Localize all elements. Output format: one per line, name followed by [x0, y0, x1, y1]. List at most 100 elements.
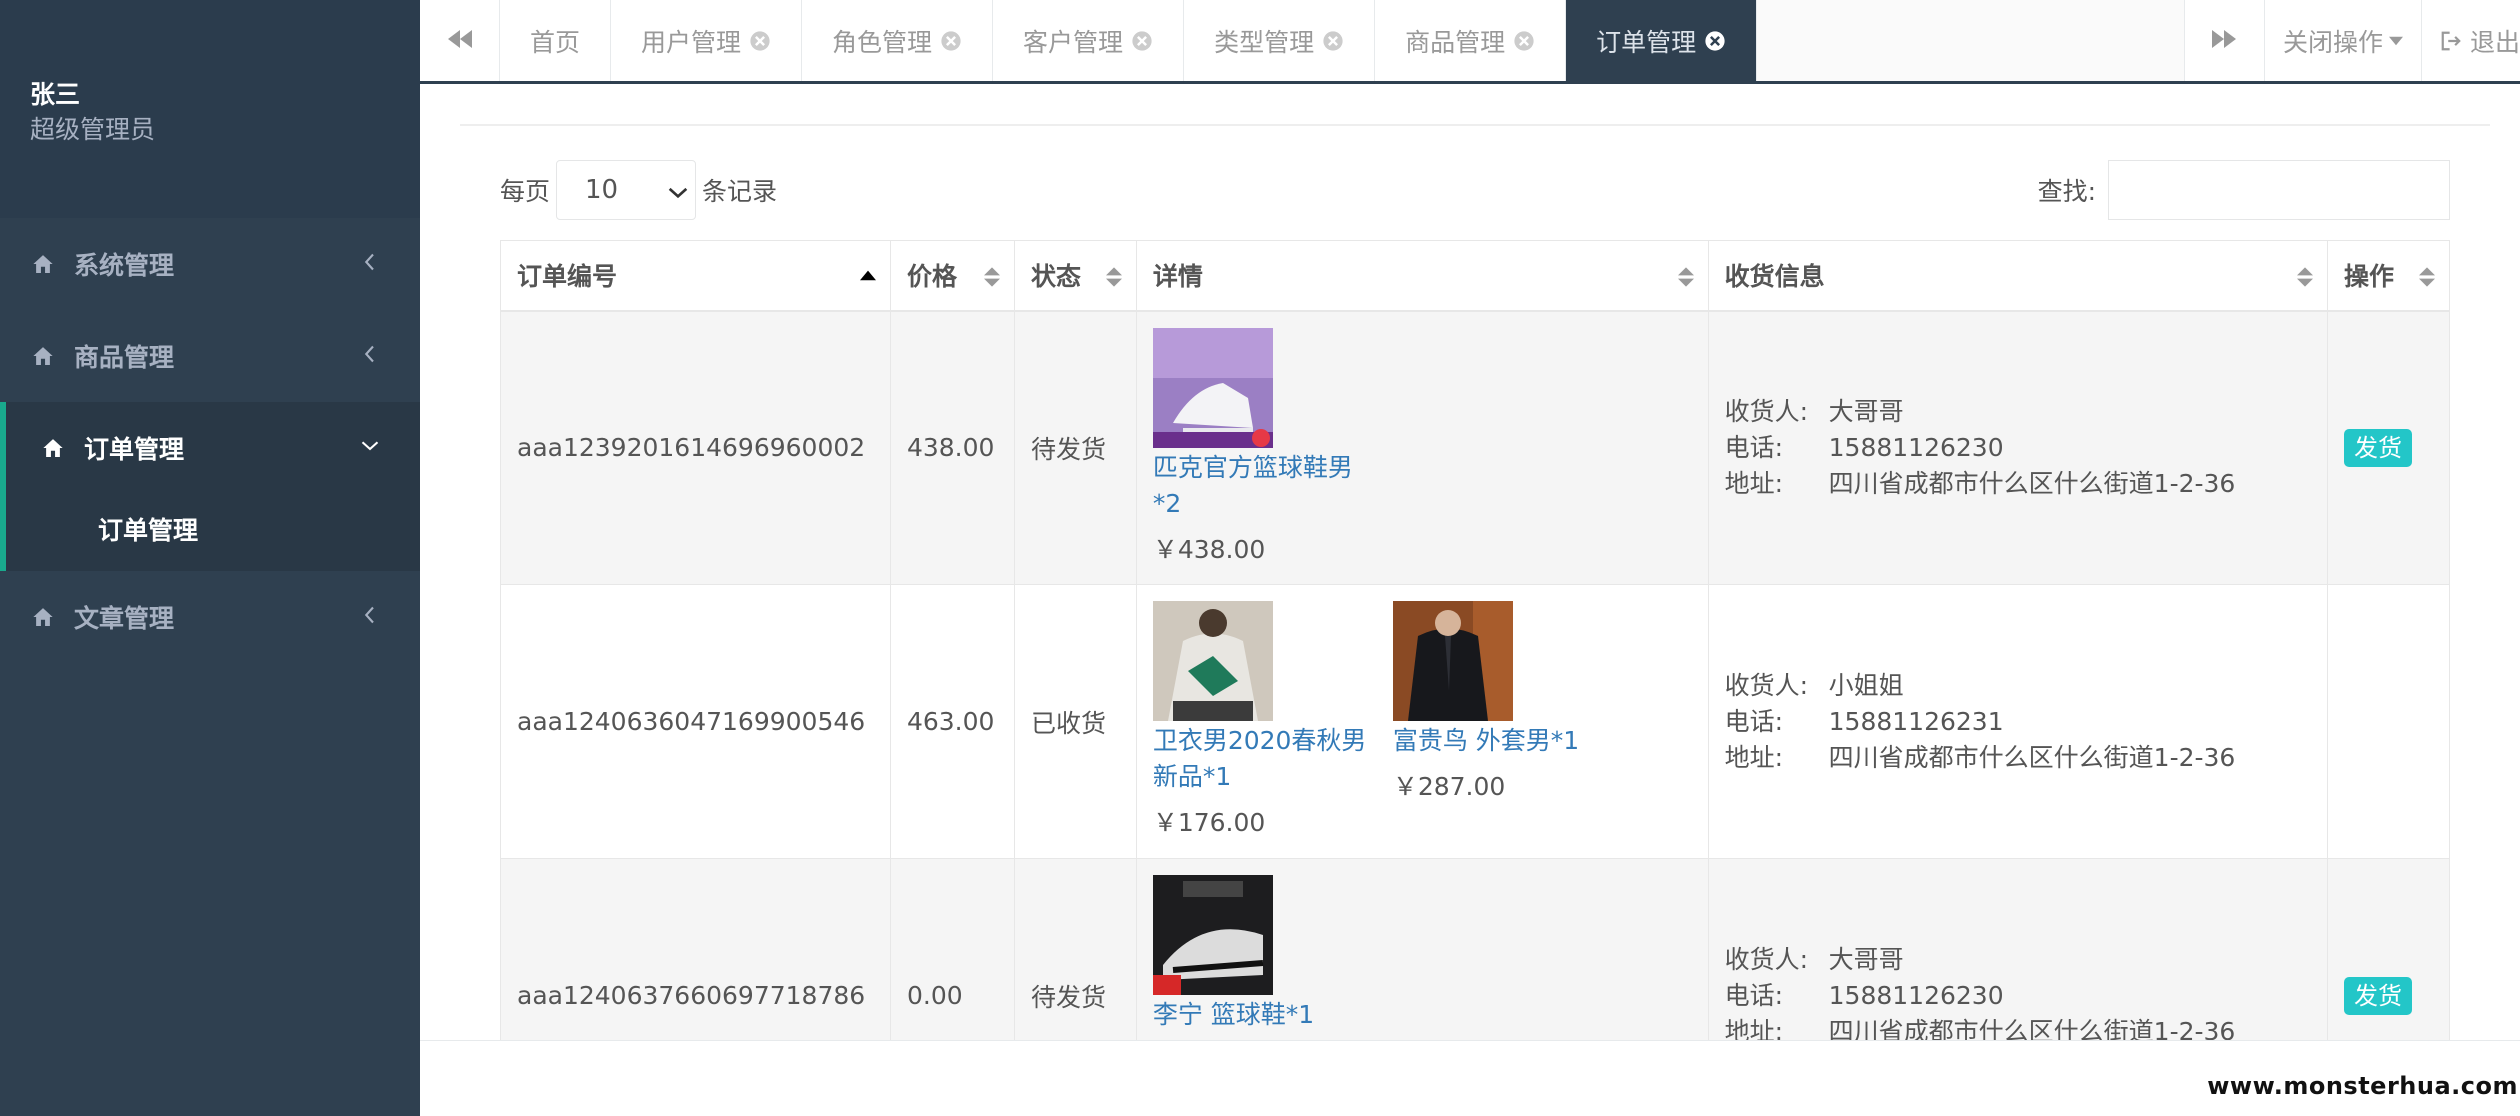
action-cell: 发货 — [2327, 858, 2450, 1040]
home-icon — [30, 604, 56, 630]
main-content: 每页 10 条记录 查找: 订单编号 价格 状态 详情 收货信息 操作 aaa1… — [420, 84, 2520, 1040]
chevron-left-icon — [358, 342, 382, 366]
table-header-row: 订单编号 价格 状态 详情 收货信息 操作 — [500, 240, 2450, 312]
ship-button[interactable]: 发货 — [2344, 976, 2413, 1015]
home-icon — [30, 251, 56, 277]
column-header-action[interactable]: 操作 — [2327, 240, 2450, 312]
close-circle-icon[interactable] — [1704, 30, 1726, 52]
receiver-name: 大哥哥 — [1828, 944, 1904, 974]
tab-customer-management[interactable]: 客户管理 — [993, 0, 1185, 81]
sort-asc-icon — [859, 265, 876, 289]
user-role: 超级管理员 — [30, 115, 156, 144]
price-cell: 463.00 — [889, 584, 1015, 859]
order-item: 富贵鸟 外套男*1 ￥287.00 — [1392, 601, 1621, 839]
sidebar-item-articles[interactable]: 文章管理 — [0, 571, 420, 663]
order-no-cell: aaa1240637660697718786 — [500, 858, 891, 1040]
product-thumbnail[interactable] — [1392, 601, 1513, 721]
tab-user-management[interactable]: 用户管理 — [611, 0, 803, 81]
logout-label: 退出 — [2469, 27, 2520, 57]
watermark-text: www.monsterhua.com — [2207, 1072, 2518, 1100]
home-icon — [30, 343, 56, 369]
chevron-left-icon — [358, 603, 382, 627]
tab-tools: 关闭操作 退出 — [2183, 0, 2520, 81]
item-name-link[interactable]: 李宁 篮球鞋*1 — [1153, 997, 1381, 1033]
chevron-down-icon — [358, 434, 382, 458]
column-header-order-no[interactable]: 订单编号 — [500, 240, 891, 312]
forward-icon — [2212, 26, 2237, 55]
status-cell: 待发货 — [1013, 858, 1137, 1040]
footer-bar — [420, 1040, 2520, 1116]
page-length-select[interactable]: 10 — [556, 160, 697, 220]
item-price: ￥287.00 — [1392, 772, 1506, 801]
tab-label: 客户管理 — [1023, 27, 1124, 57]
address-label: 地址: — [1724, 742, 1784, 772]
close-operations-dropdown[interactable]: 关闭操作 — [2263, 0, 2421, 81]
price-cell: 0.00 — [889, 858, 1015, 1040]
tabs-scroll-left-button[interactable] — [420, 0, 500, 81]
product-thumbnail[interactable] — [1152, 601, 1273, 721]
search-input[interactable] — [2108, 160, 2450, 220]
column-header-status[interactable]: 状态 — [1013, 240, 1137, 312]
tab-order-management[interactable]: 订单管理 — [1566, 0, 1758, 81]
tab-list: 首页 用户管理 角色管理 客户管理 类型管理 商品管理 订单管理 — [500, 0, 2184, 81]
sidebar-item-orders[interactable]: 订单管理 — [0, 402, 420, 494]
status-cell: 已收货 — [1013, 584, 1137, 859]
close-circle-icon[interactable] — [940, 30, 962, 52]
detail-cell: 卫衣男2020春秋男新品*1 ￥176.00 富贵鸟 外套男*1 ￥287.00 — [1135, 584, 1709, 859]
sort-both-icon — [2297, 265, 2314, 289]
receiver-label: 收货人: — [1724, 944, 1809, 974]
tab-type-management[interactable]: 类型管理 — [1184, 0, 1376, 81]
item-name-link[interactable]: 富贵鸟 外套男*1 — [1393, 723, 1621, 759]
item-price: ￥176.00 — [1152, 808, 1266, 837]
caret-down-icon — [2388, 36, 2403, 46]
receiver-address: 四川省成都市什么区什么街道1-2-36 — [1828, 742, 2236, 772]
sidebar-subitem-orders[interactable]: 订单管理 — [0, 486, 420, 571]
table-row: aaa1239201614696960002 438.00 待发货 匹克官方篮球… — [500, 310, 2450, 585]
page-length-wrap: 10 — [550, 160, 702, 220]
sidebar-item-goods[interactable]: 商品管理 — [0, 310, 420, 402]
tab-bar: 首页 用户管理 角色管理 客户管理 类型管理 商品管理 订单管理 关闭操作 退出 — [420, 0, 2520, 84]
tab-label: 用户管理 — [641, 27, 742, 57]
sidebar-item-label: 系统管理 — [74, 251, 175, 280]
sort-both-icon — [1677, 265, 1694, 289]
order-item: 李宁 篮球鞋*1 — [1152, 875, 1381, 1033]
tab-label: 角色管理 — [832, 27, 933, 57]
ship-button[interactable]: 发货 — [2344, 428, 2413, 467]
tab-goods-management[interactable]: 商品管理 — [1375, 0, 1567, 81]
column-header-detail[interactable]: 详情 — [1135, 240, 1709, 312]
receiver-phone: 15881126231 — [1828, 706, 2004, 736]
tabs-scroll-right-button[interactable] — [2183, 0, 2264, 81]
sidebar: 张三 超级管理员 系统管理 商品管理 订单管理 订单管理 文章管理 — [0, 0, 420, 1116]
receiver-phone: 15881126230 — [1828, 980, 2004, 1010]
product-thumbnail[interactable] — [1152, 875, 1273, 995]
tab-home[interactable]: 首页 — [500, 0, 612, 81]
close-circle-icon[interactable] — [1131, 30, 1153, 52]
order-no-cell: aaa1240636047169900546 — [500, 584, 891, 859]
column-header-price[interactable]: 价格 — [889, 240, 1015, 312]
close-circle-icon[interactable] — [749, 30, 771, 52]
receiver-cell: 收货人: 小姐姐 电话: 15881126231 地址: 四川省成都市什么区什么街道1… — [1707, 584, 2329, 859]
detail-cell: 匹克官方篮球鞋男*2 ￥438.00 — [1135, 310, 1709, 585]
sidebar-item-label: 商品管理 — [74, 343, 175, 372]
backward-icon — [447, 29, 472, 53]
product-thumbnail[interactable] — [1152, 327, 1273, 448]
sort-both-icon — [1105, 265, 1122, 289]
sidebar-item-system[interactable]: 系统管理 — [0, 218, 420, 310]
logout-button[interactable]: 退出 — [2420, 0, 2520, 81]
tab-role-management[interactable]: 角色管理 — [802, 0, 994, 81]
tab-label: 类型管理 — [1214, 27, 1315, 57]
user-name[interactable]: 张三 — [30, 78, 420, 112]
order-item: 匹克官方篮球鞋男*2 ￥438.00 — [1152, 327, 1381, 566]
sign-out-icon — [2440, 30, 2462, 52]
address-label: 地址: — [1724, 1016, 1784, 1041]
per-page-prefix: 每页 — [500, 177, 551, 206]
item-name-link[interactable]: 匹克官方篮球鞋男*2 — [1153, 450, 1381, 522]
per-page-suffix: 条记录 — [702, 177, 778, 206]
close-circle-icon[interactable] — [1513, 30, 1535, 52]
item-name-link[interactable]: 卫衣男2020春秋男新品*1 — [1153, 723, 1381, 795]
app-root: 张三 超级管理员 系统管理 商品管理 订单管理 订单管理 文章管理 首页 用户管… — [0, 0, 2520, 1116]
close-circle-icon[interactable] — [1322, 30, 1344, 52]
column-header-receiver[interactable]: 收货信息 — [1707, 240, 2329, 312]
table-row: aaa1240637660697718786 0.00 待发货 李宁 篮球鞋*1… — [500, 858, 2450, 1041]
receiver-name: 小姐姐 — [1828, 670, 1904, 700]
